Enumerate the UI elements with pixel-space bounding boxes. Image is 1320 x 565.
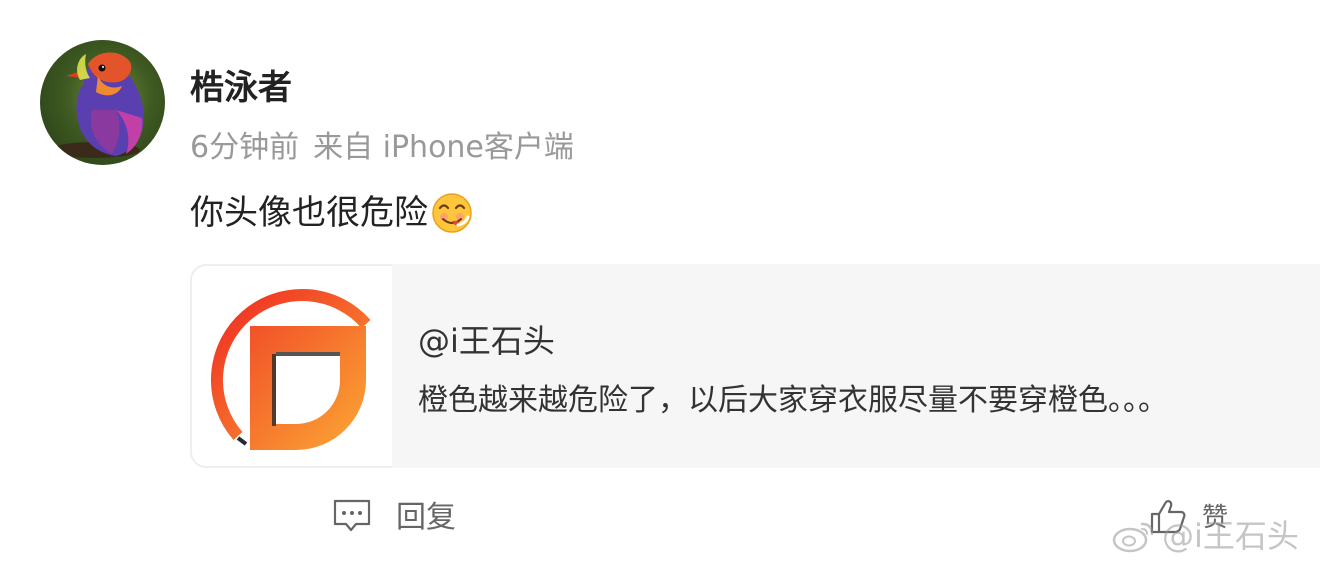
comment-body: 你头像也很危险 [190,188,474,238]
reply-label: 回复 [396,500,456,535]
post-meta: 6分钟前 来自 iPhone客户端 [190,126,574,170]
quoted-post-thumbnail [190,264,392,468]
post-source: 来自 iPhone客户端 [313,130,574,165]
weibo-watermark: @i王石头 [1112,514,1299,558]
yum-face-emoji-icon [430,191,474,235]
avatar[interactable] [40,40,165,165]
quoted-post-card[interactable]: @i王石头 橙色越来越危险了，以后大家穿衣服尽量不要穿橙色。。。 [190,264,1320,468]
quoted-author[interactable]: @i王石头 [418,318,555,364]
weibo-logo-icon [1112,522,1154,553]
comment-text: 你头像也很危险 [190,193,428,233]
post-time: 6分钟前 [190,130,300,165]
weibo-comment: 梏泳者 6分钟前 来自 iPhone客户端 你头像也很危险 @i王石头 橙色越来… [0,0,1320,565]
comment-icon [332,498,372,538]
author-name[interactable]: 梏泳者 [190,64,292,112]
reply-button[interactable]: 回复 [332,496,456,540]
watermark-text: @i王石头 [1162,517,1299,555]
quoted-text: 橙色越来越危险了，以后大家穿衣服尽量不要穿橙色。。。 [418,383,1168,418]
gd-logo-icon [210,289,371,450]
